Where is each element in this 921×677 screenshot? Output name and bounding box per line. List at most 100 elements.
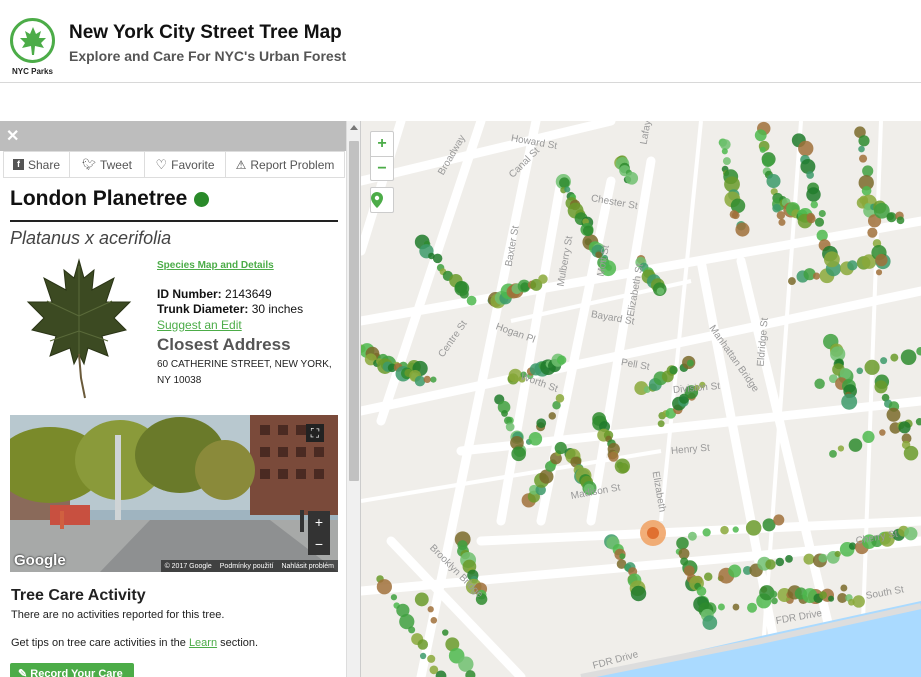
tree-dot[interactable]	[890, 353, 899, 362]
map-canvas[interactable]	[361, 121, 921, 677]
tree-dot[interactable]	[765, 559, 776, 570]
tree-dot[interactable]	[722, 157, 731, 166]
tree-dot[interactable]	[867, 227, 878, 238]
share-button[interactable]: f Share	[4, 152, 70, 177]
tree-dot[interactable]	[735, 222, 750, 237]
tree-dot[interactable]	[390, 594, 398, 601]
tree-dot[interactable]	[837, 445, 845, 452]
tree-dot[interactable]	[702, 528, 711, 537]
scroll-up-arrow-icon[interactable]	[350, 125, 358, 130]
tree-dot[interactable]	[880, 357, 888, 365]
tree-dot[interactable]	[501, 409, 508, 417]
tree-dot[interactable]	[669, 365, 678, 375]
street-view-zoom-out-button[interactable]: −	[308, 533, 330, 555]
tree-dot[interactable]	[657, 420, 665, 428]
tree-dot[interactable]	[814, 378, 825, 389]
tree-dot[interactable]	[875, 269, 883, 276]
tree-dot[interactable]	[376, 579, 392, 595]
fullscreen-icon[interactable]: ⛶	[306, 424, 324, 442]
tree-dot[interactable]	[772, 203, 781, 213]
tree-dot[interactable]	[466, 295, 477, 306]
tree-dot[interactable]	[766, 174, 781, 189]
close-icon[interactable]: ✕	[6, 126, 19, 146]
tweet-button[interactable]: 🐦︎ Tweet	[70, 152, 145, 177]
tree-dot[interactable]	[696, 586, 707, 597]
tree-dot[interactable]	[630, 585, 647, 602]
tree-dot[interactable]	[862, 430, 875, 443]
tree-dot[interactable]	[896, 216, 905, 225]
tree-dot[interactable]	[834, 550, 841, 558]
tree-dot[interactable]	[458, 656, 474, 672]
tree-dot[interactable]	[858, 135, 870, 147]
favorite-button[interactable]: ♡ Favorite	[145, 152, 226, 177]
tree-dot[interactable]	[619, 553, 626, 560]
tree-dot[interactable]	[720, 525, 729, 535]
tree-dot[interactable]	[717, 603, 725, 611]
tree-dot[interactable]	[414, 592, 429, 607]
suggest-edit-link[interactable]: Suggest an Edit	[157, 318, 242, 332]
tree-dot[interactable]	[903, 445, 919, 461]
tree-dot[interactable]	[687, 531, 697, 541]
tree-dot[interactable]	[721, 148, 728, 155]
tree-dot[interactable]	[747, 602, 758, 613]
tree-dot[interactable]	[856, 367, 864, 375]
tree-dot[interactable]	[686, 359, 694, 367]
zoom-out-button[interactable]: −	[371, 156, 393, 180]
tree-dot[interactable]	[803, 553, 815, 565]
tree-dot[interactable]	[898, 421, 911, 434]
tree-dot[interactable]	[848, 438, 863, 452]
tree-dot[interactable]	[676, 536, 689, 550]
tree-dot[interactable]	[556, 355, 567, 365]
tree-dot[interactable]	[874, 380, 888, 394]
learn-link[interactable]: Learn	[189, 637, 217, 649]
tree-dot[interactable]	[900, 349, 917, 366]
tree-dot[interactable]	[814, 217, 825, 227]
tree-dot[interactable]	[879, 429, 886, 436]
tree-dot[interactable]	[818, 210, 826, 218]
tree-dot[interactable]	[818, 553, 828, 563]
tree-dot[interactable]	[841, 393, 858, 410]
tree-dot[interactable]	[829, 449, 837, 458]
tree-dot[interactable]	[423, 375, 431, 384]
tree-dot[interactable]	[800, 159, 816, 174]
tree-dot[interactable]	[810, 200, 818, 209]
street-view-zoom-in-button[interactable]: +	[308, 511, 330, 533]
tree-dot[interactable]	[732, 526, 739, 533]
tree-dot[interactable]	[806, 214, 816, 224]
tree-dot[interactable]	[538, 274, 548, 284]
tree-dot[interactable]	[528, 432, 543, 446]
tree-dot[interactable]	[427, 654, 436, 663]
tree-dot[interactable]	[511, 446, 526, 462]
tree-dot[interactable]	[720, 139, 731, 150]
location-pin-icon[interactable]	[371, 188, 393, 212]
tree-dot[interactable]	[728, 564, 742, 578]
tree-dot[interactable]	[732, 603, 740, 611]
tree-dot[interactable]	[806, 187, 821, 202]
tree-dot[interactable]	[430, 376, 437, 383]
tree-dot[interactable]	[459, 289, 469, 299]
tree-dot[interactable]	[859, 154, 868, 163]
street-view-image[interactable]: ⛶ + − Google © 2017 Google Podmínky použ…	[10, 415, 338, 572]
panel-scrollbar[interactable]	[346, 121, 360, 677]
tree-dot[interactable]	[828, 595, 835, 602]
tree-dot[interactable]	[858, 145, 865, 153]
report-link[interactable]: Nahlásit problém	[281, 563, 334, 570]
tree-dot[interactable]	[864, 359, 880, 375]
zoom-in-button[interactable]: +	[371, 132, 393, 156]
tree-dot[interactable]	[564, 186, 571, 193]
terms-link[interactable]: Podmínky použití	[220, 563, 274, 570]
tree-dot[interactable]	[442, 629, 449, 636]
tree-dot[interactable]	[904, 526, 918, 541]
scroll-thumb[interactable]	[349, 141, 359, 481]
tree-dot[interactable]	[819, 591, 827, 600]
tree-dot[interactable]	[916, 347, 921, 356]
tree-dot[interactable]	[555, 394, 565, 403]
tree-dot[interactable]	[702, 615, 718, 630]
tree-dot[interactable]	[861, 186, 872, 196]
tree-dot[interactable]	[703, 572, 713, 581]
tree-dot[interactable]	[430, 617, 438, 624]
nyc-parks-logo[interactable]: NYC Parks	[9, 18, 56, 76]
tree-dot[interactable]	[886, 212, 897, 223]
tree-dot[interactable]	[761, 155, 774, 168]
tree-dot[interactable]	[847, 260, 858, 271]
